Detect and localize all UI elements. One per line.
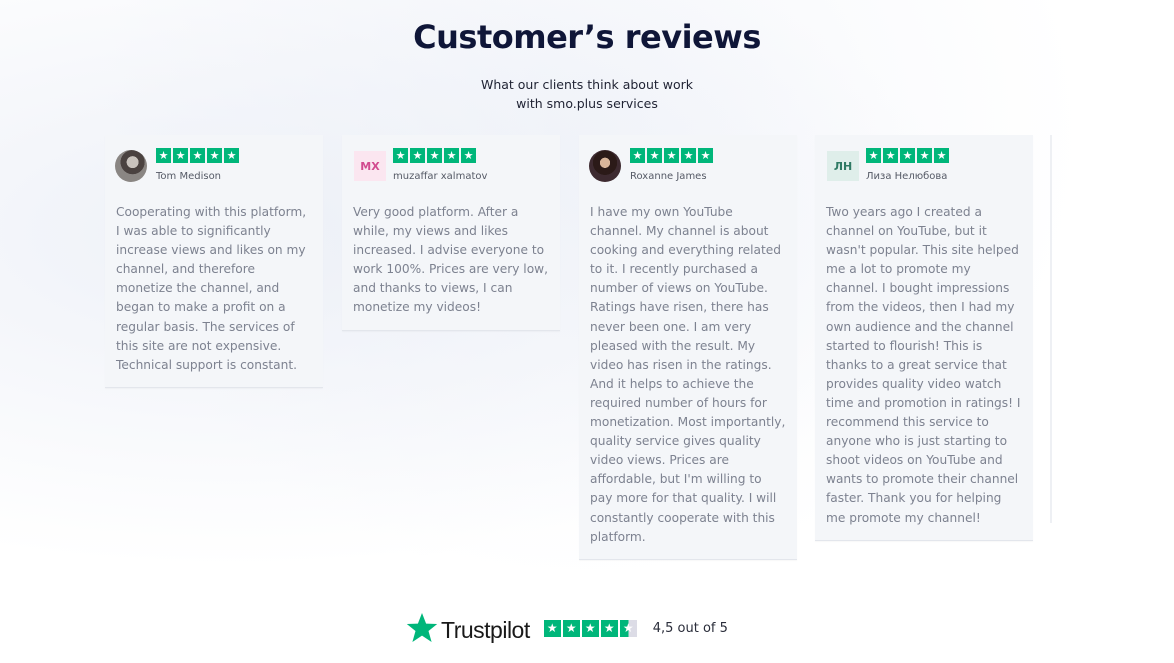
review-card: MX ★ ★ ★ ★ ★ muzaffar xalmatov Very good… — [342, 135, 560, 331]
star-icon: ★ — [156, 148, 171, 163]
rating-stars: ★ ★ ★ ★ ★ — [866, 148, 949, 163]
review-card-header: MX ★ ★ ★ ★ ★ muzaffar xalmatov — [342, 135, 560, 193]
trustpilot-wordmark: Trustpilot — [441, 616, 530, 643]
star-icon: ★ — [207, 148, 222, 163]
star-icon: ★ — [600, 619, 618, 637]
subtitle-line-2: with smo.plus services — [516, 96, 658, 111]
star-icon: ★ — [562, 619, 580, 637]
reviewer-name: Tom Medison — [156, 171, 222, 182]
rating-stars: ★ ★ ★ ★ ★ — [630, 148, 713, 163]
subtitle-line-1: What our clients think about work — [480, 77, 694, 92]
trustpilot-score: 4,5 out of 5 — [652, 620, 728, 636]
star-icon: ★ — [444, 148, 459, 163]
star-icon: ★ — [681, 148, 696, 163]
review-text: Very good platform. After a while, my vi… — [353, 205, 548, 315]
trustpilot-rating[interactable]: Trustpilot ★ ★ ★ ★ ★ 4,5 out of 5 — [406, 610, 728, 646]
star-icon: ★ — [630, 148, 645, 163]
rating-stars: ★ ★ ★ ★ ★ — [393, 148, 476, 163]
star-icon: ★ — [543, 619, 561, 637]
star-icon: ★ — [190, 148, 205, 163]
star-icon: ★ — [427, 148, 442, 163]
star-icon: ★ — [866, 148, 881, 163]
rating-stars: ★ ★ ★ ★ ★ — [156, 148, 239, 163]
review-text: Two years ago I created a channel on You… — [826, 205, 1021, 525]
star-icon: ★ — [698, 148, 713, 163]
review-card-header: ★ ★ ★ ★ ★ Tom Medison — [105, 135, 323, 193]
reviews-section: Customer’s reviews What our clients thin… — [0, 0, 1174, 663]
star-icon: ★ — [917, 148, 932, 163]
star-icon: ★ — [461, 148, 476, 163]
review-text: Cooperating with this platform, I was ab… — [116, 205, 307, 372]
reviewer-name: Roxanne James — [630, 171, 707, 182]
star-icon: ★ — [393, 148, 408, 163]
trustpilot-logo: Trustpilot — [406, 612, 530, 644]
reviewer-name: Лиза Нелюбова — [866, 171, 948, 182]
review-card-header: ★ ★ ★ ★ ★ Roxanne James — [579, 135, 797, 193]
page-title: Customer’s reviews — [413, 18, 761, 56]
review-card: ЛН ★ ★ ★ ★ ★ Лиза Нелюбова Two years ago… — [815, 135, 1033, 541]
star-icon: ★ — [410, 148, 425, 163]
review-card: ★ ★ ★ ★ ★ Roxanne James I have my own Yo… — [579, 135, 797, 560]
page-subtitle: What our clients think about work with s… — [0, 75, 1174, 113]
trustpilot-star-icon — [406, 613, 438, 642]
star-icon: ★ — [883, 148, 898, 163]
star-icon: ★ — [224, 148, 239, 163]
star-icon: ★ — [934, 148, 949, 163]
star-icon: ★ — [900, 148, 915, 163]
star-icon: ★ — [581, 619, 599, 637]
trustpilot-stars: ★ ★ ★ ★ ★ — [543, 619, 637, 637]
avatar-initials: ЛН — [827, 151, 859, 181]
avatar-initials: MX — [354, 151, 386, 181]
review-card-header: ЛН ★ ★ ★ ★ ★ Лиза Нелюбова — [815, 135, 1033, 193]
star-icon: ★ — [647, 148, 662, 163]
avatar — [589, 150, 621, 182]
review-text: I have my own YouTube channel. My channe… — [590, 205, 786, 544]
next-card-edge — [1050, 135, 1052, 523]
half-star-icon: ★ — [619, 619, 637, 637]
reviewer-name: muzaffar xalmatov — [393, 171, 488, 182]
star-icon: ★ — [173, 148, 188, 163]
avatar — [115, 150, 147, 182]
star-icon: ★ — [664, 148, 679, 163]
review-card: ★ ★ ★ ★ ★ Tom Medison Cooperating with t… — [105, 135, 323, 388]
